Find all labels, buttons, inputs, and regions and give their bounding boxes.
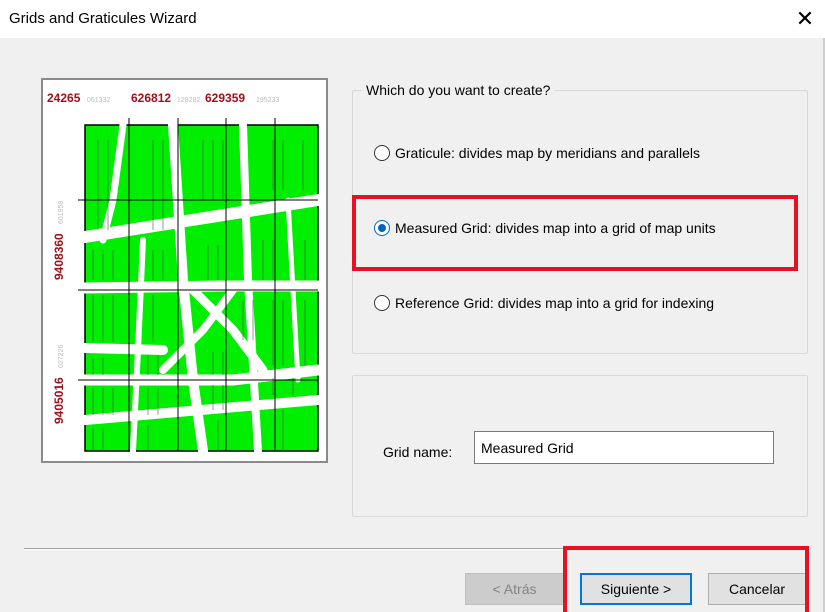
title-bar: Grids and Graticules Wizard ✕ bbox=[0, 0, 825, 38]
back-button[interactable]: < Atrás bbox=[465, 573, 564, 605]
left-coord-label: 9405016 bbox=[52, 377, 66, 424]
radio-button[interactable] bbox=[374, 145, 390, 161]
top-coord-label: 24265 bbox=[47, 91, 81, 105]
top-coord-suffix: 061332 bbox=[87, 97, 110, 104]
window-title: Grids and Graticules Wizard bbox=[9, 10, 197, 27]
radio-label-reference-grid[interactable]: Reference Grid: divides map into a grid … bbox=[395, 295, 714, 311]
grid-name-input[interactable]: Measured Grid bbox=[474, 431, 774, 464]
close-icon: ✕ bbox=[795, 6, 815, 31]
highlight-box-next-button bbox=[563, 546, 809, 612]
grid-preview-svg: 24265 061332 626812 128282 629359 195233… bbox=[47, 91, 324, 456]
grid-name-label: Grid name: bbox=[383, 444, 453, 460]
radio-graticule[interactable]: Graticule: divides map by meridians and … bbox=[374, 145, 700, 161]
grid-preview-image: 24265 061332 626812 128282 629359 195233… bbox=[41, 78, 328, 463]
highlight-box-measured-grid bbox=[352, 195, 798, 271]
top-coord-label: 629359 bbox=[205, 91, 245, 105]
top-coord-suffix: 195233 bbox=[256, 97, 279, 104]
radio-button[interactable] bbox=[374, 295, 390, 311]
left-coord-suffix: 601958 bbox=[58, 201, 65, 224]
radio-reference-grid[interactable]: Reference Grid: divides map into a grid … bbox=[374, 295, 714, 311]
left-coord-label: 9408360 bbox=[52, 233, 66, 280]
close-button[interactable]: ✕ bbox=[785, 0, 825, 38]
grid-name-value: Measured Grid bbox=[481, 440, 574, 456]
top-coord-label: 626812 bbox=[131, 91, 171, 105]
left-coord-suffix: 027226 bbox=[58, 345, 65, 368]
top-coord-suffix: 128282 bbox=[177, 97, 200, 104]
create-type-legend: Which do you want to create? bbox=[362, 82, 555, 98]
radio-label-graticule[interactable]: Graticule: divides map by meridians and … bbox=[395, 145, 700, 161]
